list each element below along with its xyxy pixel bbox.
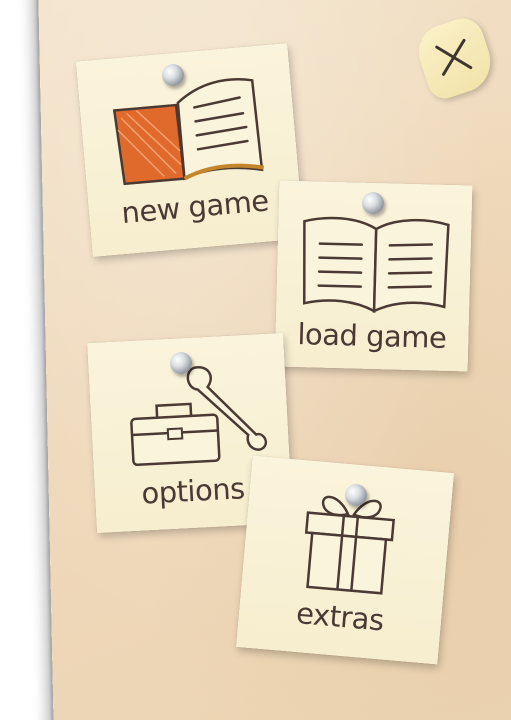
pushpin-icon (362, 192, 384, 214)
pushpin-icon (170, 352, 192, 374)
pushpin-icon (162, 64, 184, 86)
open-book-icon (303, 216, 450, 314)
extras-label: extras (294, 596, 386, 638)
main-menu-screen: new game load game options extras (0, 0, 511, 720)
toolbox-wrench-icon (130, 366, 268, 467)
close-icon (435, 38, 473, 76)
load-game-label: load game (297, 317, 447, 355)
pushpin-icon (345, 484, 367, 506)
new-game-button[interactable]: new game (75, 43, 305, 257)
extras-button[interactable]: extras (236, 455, 454, 665)
open-book-icon (112, 78, 265, 186)
